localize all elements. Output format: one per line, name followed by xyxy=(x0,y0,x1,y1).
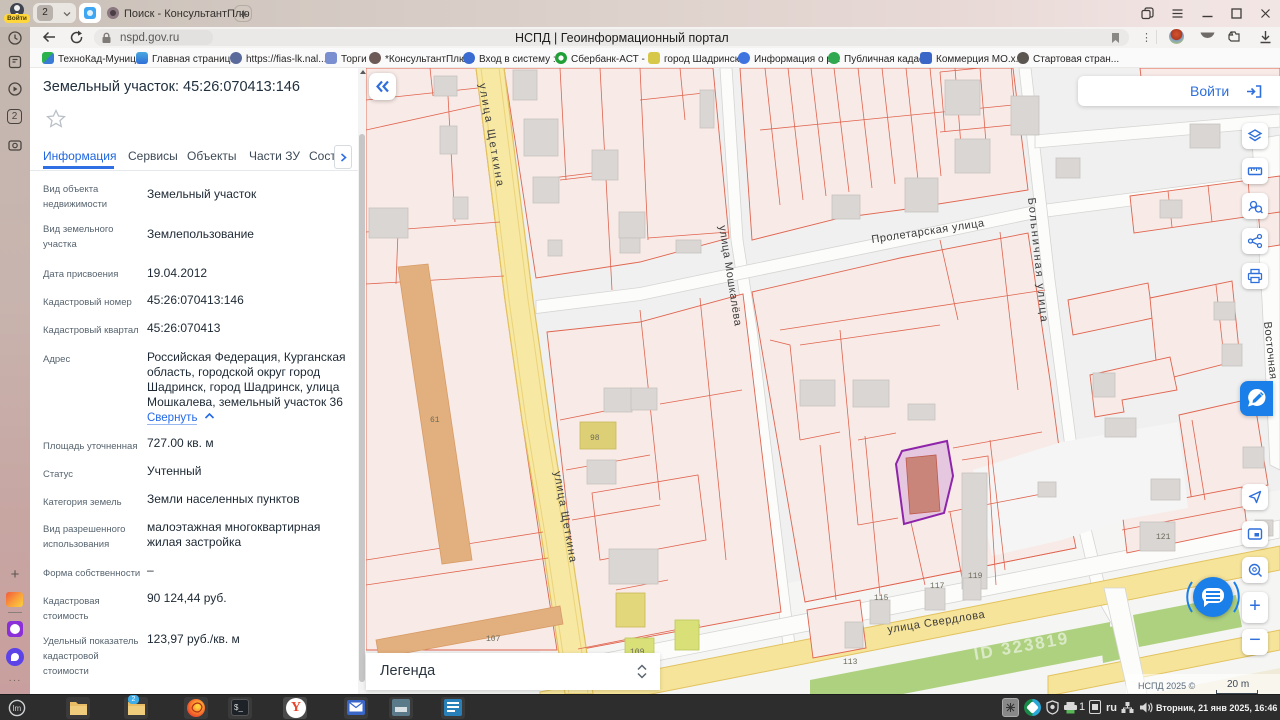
svg-text:улица Свердлова: улица Свердлова xyxy=(887,609,987,636)
svg-text:Пролетарская улица: Пролетарская улица xyxy=(871,217,986,246)
svg-text:Больничная улица: Больничная улица xyxy=(1025,197,1050,324)
svg-text:ID 323819: ID 323819 xyxy=(972,628,1070,663)
svg-text:115: 115 xyxy=(874,594,889,603)
svg-text:Восточная: Восточная xyxy=(1261,321,1279,380)
svg-text:улица Мошкалёва: улица Мошкалёва xyxy=(716,225,744,328)
svg-text:119: 119 xyxy=(968,572,983,581)
svg-text:117: 117 xyxy=(930,582,945,591)
svg-text:121: 121 xyxy=(1156,533,1171,542)
svg-text:61: 61 xyxy=(430,416,440,425)
svg-text:98: 98 xyxy=(590,434,600,443)
svg-text:107: 107 xyxy=(486,635,501,644)
svg-text:113: 113 xyxy=(843,658,858,667)
svg-text:lm: lm xyxy=(13,704,22,713)
